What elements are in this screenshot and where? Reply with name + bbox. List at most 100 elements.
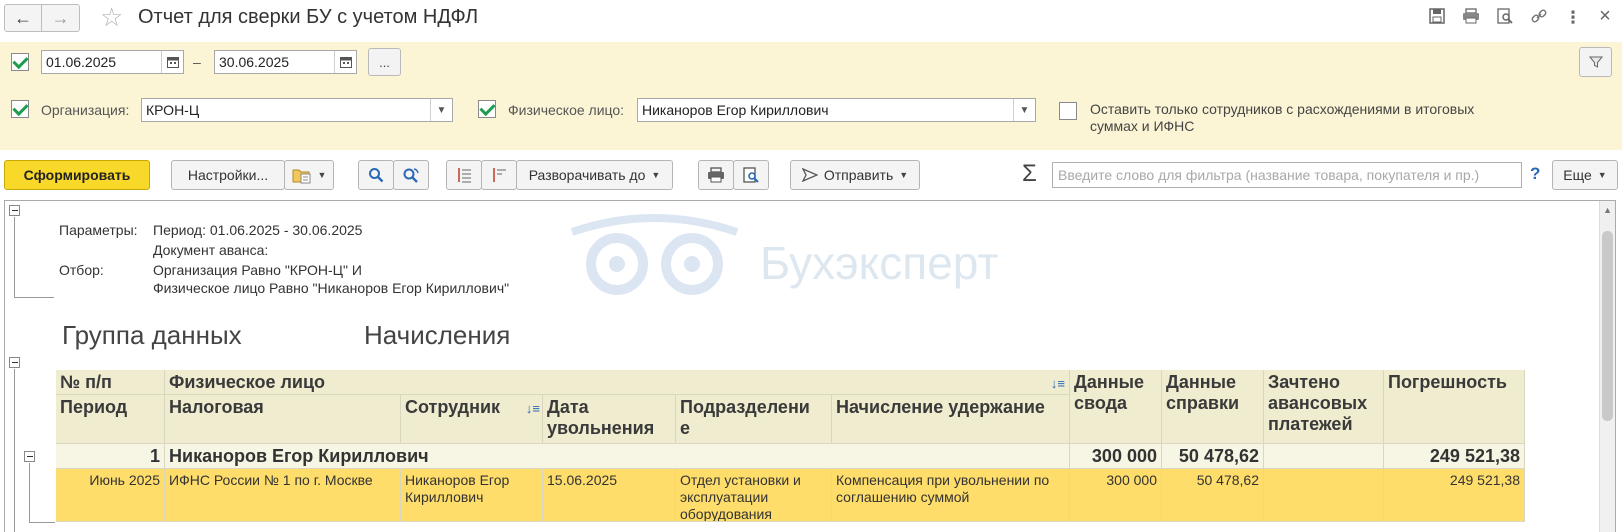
- col-header-certificate[interactable]: Данные справки: [1162, 370, 1264, 444]
- tree-line: [14, 297, 54, 298]
- find-next-button[interactable]: [393, 160, 429, 190]
- period-checkbox[interactable]: [11, 53, 29, 71]
- forward-button[interactable]: →: [42, 4, 80, 32]
- collapse-data-toggle[interactable]: [9, 357, 20, 368]
- col-header-dismissal-date[interactable]: Дата увольнения: [543, 395, 676, 444]
- more-vertical-icon[interactable]: ⋮: [1562, 8, 1584, 28]
- variants-button[interactable]: ▼: [284, 160, 334, 190]
- settings-button[interactable]: Настройки...: [171, 160, 285, 190]
- scroll-up-icon[interactable]: ▲: [1603, 205, 1612, 215]
- col-header-period[interactable]: Период: [56, 395, 165, 444]
- expand-all-button[interactable]: [446, 160, 482, 190]
- group-row-advance[interactable]: [1264, 444, 1384, 469]
- send-label: Отправить: [823, 167, 894, 183]
- print-button[interactable]: [698, 160, 734, 190]
- group-row-summary[interactable]: 300 000: [1070, 444, 1162, 469]
- calendar-icon[interactable]: [161, 51, 183, 73]
- save-icon[interactable]: [1426, 8, 1448, 29]
- filter-icon: [1588, 56, 1603, 68]
- col-header-advance-line3: платежей: [1268, 414, 1353, 434]
- expand-to-button[interactable]: Разворачивать до ▼: [516, 160, 673, 190]
- calendar-icon[interactable]: [334, 51, 356, 73]
- chevron-down-icon[interactable]: ▼: [430, 99, 452, 121]
- person-field[interactable]: Никаноров Егор Кириллович ▼: [637, 98, 1036, 122]
- help-button[interactable]: ?: [1530, 164, 1540, 184]
- detail-row-dismissal-date[interactable]: 15.06.2025: [543, 469, 676, 522]
- col-header-tax-office[interactable]: Налоговая: [165, 395, 401, 444]
- period-to-value: 30.06.2025: [219, 54, 290, 70]
- organization-field[interactable]: КРОН-Ц ▼: [141, 98, 453, 122]
- detail-row-employee[interactable]: Никаноров Егор Кириллович: [401, 469, 543, 522]
- col-header-summary-line2: свода: [1074, 393, 1128, 413]
- scrollbar-thumb[interactable]: [1602, 231, 1613, 421]
- detail-row-employee-line1: Никаноров Егор: [405, 472, 510, 488]
- favorite-star-icon[interactable]: ☆: [100, 2, 123, 33]
- group-row-person[interactable]: Никаноров Егор Кириллович: [165, 444, 1070, 469]
- detail-row-error[interactable]: 249 521,38: [1384, 469, 1525, 522]
- params-period: Период: 01.06.2025 - 30.06.2025: [153, 222, 363, 238]
- period-to-field[interactable]: 30.06.2025: [214, 50, 357, 74]
- detail-row-department-line3: оборудования: [680, 506, 772, 522]
- col-header-dismissal-date-line2: увольнения: [547, 418, 655, 438]
- more-label: Еще: [1563, 167, 1592, 183]
- col-header-advance-payments[interactable]: Зачтено авансовых платежей: [1264, 370, 1384, 444]
- filter-toggle-button[interactable]: [1579, 47, 1612, 77]
- send-button[interactable]: Отправить ▼: [790, 160, 920, 190]
- chevron-down-icon[interactable]: ▼: [1013, 99, 1035, 121]
- person-value: Никаноров Егор Кириллович: [642, 102, 829, 118]
- col-header-department-line1: Подразделени: [680, 397, 810, 417]
- detail-row-advance[interactable]: [1264, 469, 1384, 522]
- col-header-num[interactable]: № п/п: [56, 370, 165, 395]
- col-header-person[interactable]: Физическое лицо ↓≡: [165, 370, 1070, 395]
- watermark-text: Бухэксперт: [760, 237, 999, 289]
- find-button[interactable]: [358, 160, 394, 190]
- back-button[interactable]: ←: [4, 4, 42, 32]
- vertical-scrollbar[interactable]: ▲: [1599, 201, 1615, 532]
- link-icon[interactable]: [1528, 8, 1550, 29]
- period-from-field[interactable]: 01.06.2025: [41, 50, 184, 74]
- col-header-department[interactable]: Подразделени е: [676, 395, 832, 444]
- collapse-group-row-toggle[interactable]: [24, 451, 35, 462]
- detail-row-period[interactable]: Июнь 2025: [56, 469, 165, 522]
- more-button[interactable]: Еще ▼: [1552, 160, 1618, 190]
- detail-row-accrual-line1: Компенсация при увольнении по: [836, 472, 1050, 488]
- preview-icon[interactable]: [1494, 8, 1516, 29]
- collapse-all-button[interactable]: [481, 160, 517, 190]
- only-discrepancies-label: Оставить только сотрудников с расхождени…: [1090, 101, 1474, 135]
- print-icon[interactable]: [1460, 8, 1482, 29]
- send-icon: [801, 168, 818, 182]
- group-row-certificate[interactable]: 50 478,62: [1162, 444, 1264, 469]
- col-header-summary[interactable]: Данные свода: [1070, 370, 1162, 444]
- generate-label: Сформировать: [23, 167, 131, 183]
- period-select-button[interactable]: ...: [368, 48, 401, 76]
- col-header-advance-line2: авансовых: [1268, 393, 1368, 413]
- col-header-accrual[interactable]: Начисление удержание: [832, 395, 1070, 444]
- detail-row-certificate[interactable]: 50 478,62: [1162, 469, 1264, 522]
- organization-checkbox[interactable]: [11, 100, 29, 118]
- col-header-employee[interactable]: Сотрудник ↓≡: [401, 395, 543, 444]
- collapse-groups-icon: [493, 168, 506, 182]
- col-header-error[interactable]: Погрешность: [1384, 370, 1525, 444]
- detail-row-department[interactable]: Отдел установки и эксплуатации оборудова…: [676, 469, 832, 522]
- sum-icon[interactable]: Σ: [1022, 160, 1037, 188]
- close-icon[interactable]: ×: [1594, 5, 1616, 28]
- only-discrepancies-checkbox[interactable]: [1059, 102, 1077, 120]
- print-preview-button[interactable]: [733, 160, 769, 190]
- detail-row-accrual[interactable]: Компенсация при увольнении по соглашению…: [832, 469, 1070, 522]
- person-checkbox[interactable]: [478, 100, 496, 118]
- filter-line-1: Организация Равно "КРОН-Ц" И: [153, 262, 362, 278]
- col-header-certificate-line1: Данные: [1166, 372, 1236, 392]
- detail-row-summary[interactable]: 300 000: [1070, 469, 1162, 522]
- detail-row-tax-office[interactable]: ИФНС России № 1 по г. Москве: [165, 469, 401, 522]
- col-header-certificate-line2: справки: [1166, 393, 1240, 413]
- group-row-num[interactable]: 1: [56, 444, 165, 469]
- collapse-params-toggle[interactable]: [9, 205, 20, 216]
- sort-desc-icon: ↓≡: [525, 401, 540, 416]
- report-filter-input[interactable]: Введите слово для фильтра (название това…: [1052, 162, 1522, 188]
- only-discrepancies-label-line1: Оставить только сотрудников с расхождени…: [1090, 101, 1475, 117]
- col-header-department-line2: е: [680, 418, 691, 438]
- generate-button[interactable]: Сформировать: [4, 160, 150, 190]
- preview-icon: [743, 167, 759, 183]
- col-header-dismissal-date-line1: Дата: [547, 397, 589, 417]
- group-row-error[interactable]: 249 521,38: [1384, 444, 1525, 469]
